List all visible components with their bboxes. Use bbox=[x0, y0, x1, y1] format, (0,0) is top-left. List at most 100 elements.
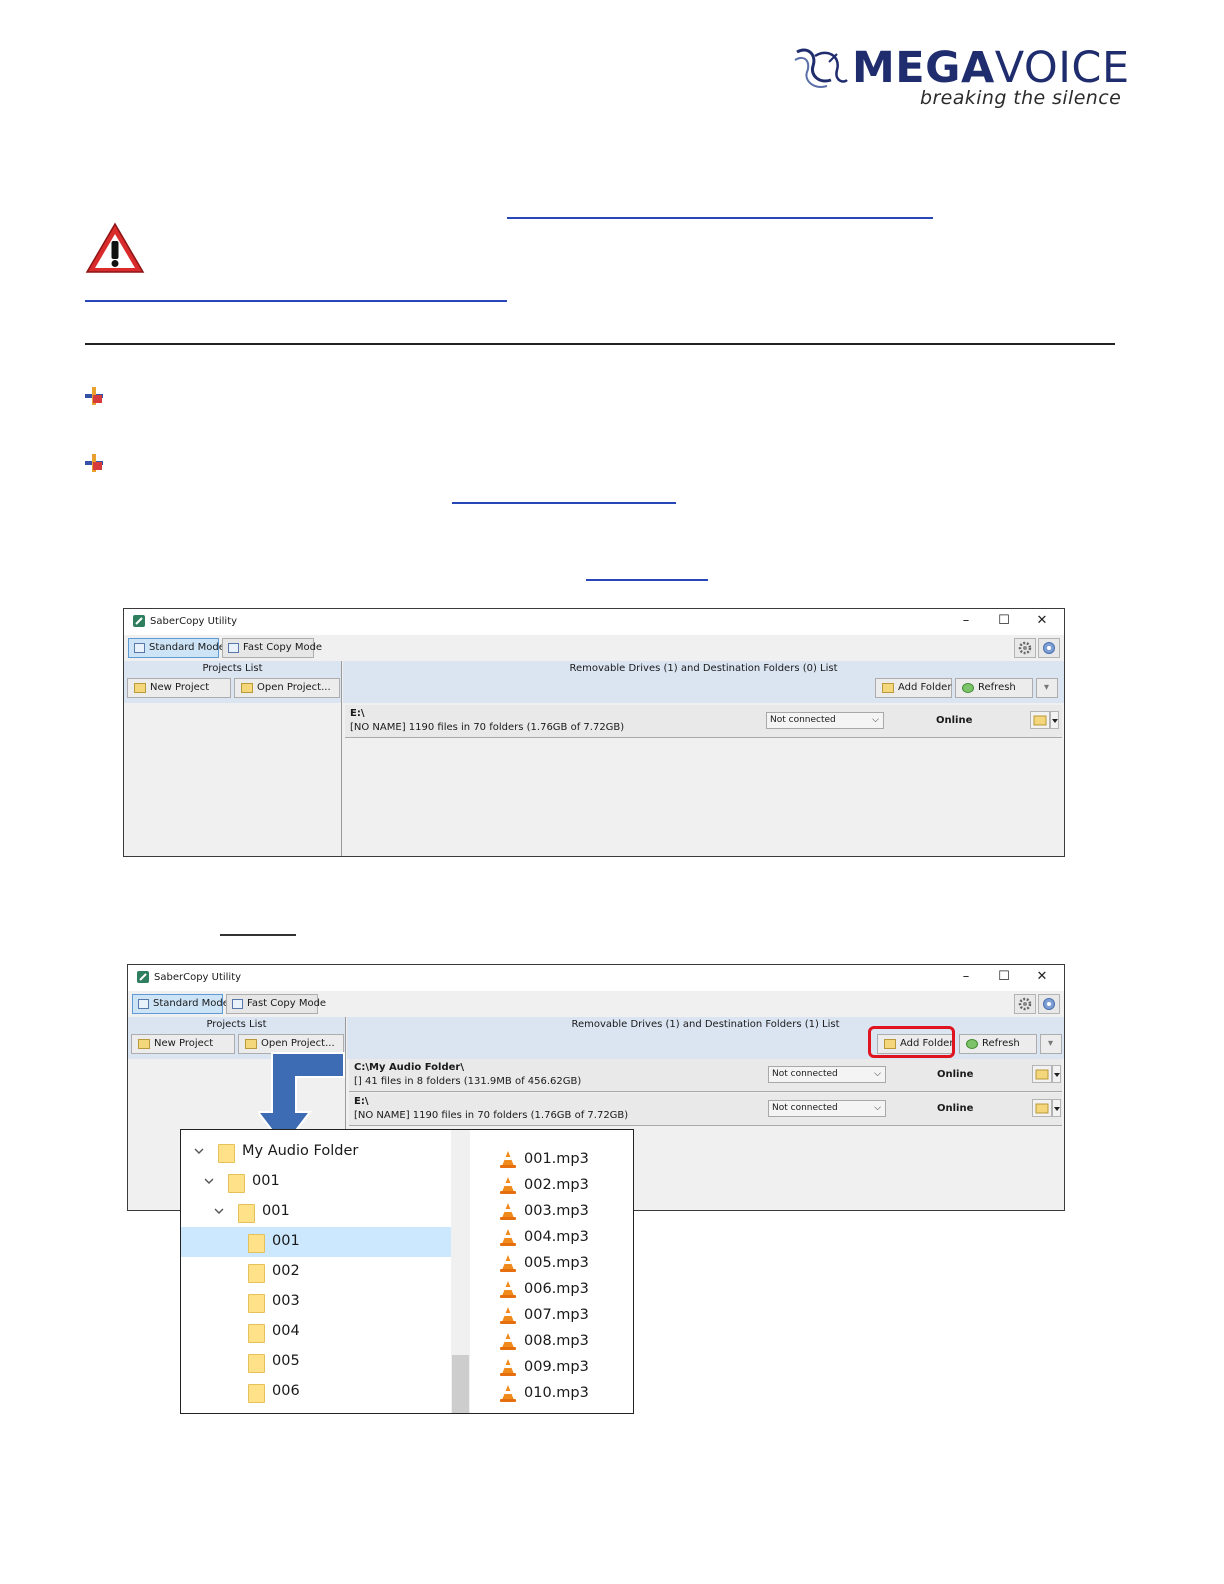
vlc-cone-icon bbox=[500, 1203, 516, 1220]
settings-button[interactable] bbox=[1014, 994, 1036, 1014]
tree-item[interactable]: 003 bbox=[181, 1287, 451, 1317]
list-icon bbox=[134, 643, 145, 653]
standard-mode-button[interactable]: Standard Mode bbox=[132, 994, 229, 1014]
refresh-button[interactable]: Refresh bbox=[959, 1034, 1037, 1054]
refresh-button[interactable]: Refresh bbox=[955, 678, 1033, 698]
tree-item[interactable]: 002 bbox=[181, 1257, 451, 1287]
tree-item[interactable]: 001 bbox=[181, 1197, 451, 1227]
bullet-icon bbox=[85, 387, 103, 405]
section-divider bbox=[85, 343, 1115, 345]
new-project-button[interactable]: New Project bbox=[127, 678, 231, 698]
refresh-label: Refresh bbox=[978, 682, 1016, 693]
tree-item[interactable]: 006 bbox=[181, 1377, 451, 1407]
standard-mode-button[interactable]: Standard Mode bbox=[128, 638, 225, 658]
scrollbar[interactable] bbox=[451, 1130, 470, 1413]
link-underline[interactable] bbox=[452, 502, 676, 504]
projects-list-title: Projects List bbox=[206, 1019, 267, 1030]
megavoice-logo-icon bbox=[794, 48, 848, 88]
chevron-down-icon[interactable] bbox=[194, 1146, 204, 1156]
settings-button[interactable] bbox=[1014, 638, 1036, 658]
tree-item[interactable]: 004 bbox=[181, 1317, 451, 1347]
drive-status: Online bbox=[936, 715, 973, 726]
file-name: 002.mp3 bbox=[524, 1177, 589, 1193]
drive-action-button[interactable] bbox=[1032, 1065, 1052, 1083]
drives-header: Removable Drives (1) and Destination Fol… bbox=[343, 661, 1064, 703]
drives-pane: Removable Drives (1) and Destination Fol… bbox=[343, 661, 1064, 856]
refresh-icon bbox=[962, 683, 974, 693]
new-project-label: New Project bbox=[154, 1038, 214, 1049]
warning-icon bbox=[85, 222, 145, 273]
file-name: 005.mp3 bbox=[524, 1255, 589, 1271]
folder-icon bbox=[248, 1324, 265, 1343]
connection-select[interactable]: Not connected ⌵ bbox=[768, 1100, 886, 1117]
explorer-panel: My Audio Folder 001 001 001 002 003 004 … bbox=[180, 1129, 634, 1414]
new-project-button[interactable]: New Project bbox=[131, 1034, 235, 1054]
folder-icon bbox=[1035, 1069, 1049, 1080]
link-underline[interactable] bbox=[586, 579, 708, 581]
file-name: 008.mp3 bbox=[524, 1333, 589, 1349]
tree-item-label: 001 bbox=[272, 1233, 300, 1249]
projects-pane: Projects List New Project Open Project..… bbox=[124, 661, 342, 856]
vlc-cone-icon bbox=[500, 1333, 516, 1350]
minimize-button[interactable]: – bbox=[952, 968, 980, 986]
add-folder-icon bbox=[882, 683, 894, 693]
fast-copy-icon bbox=[232, 999, 243, 1009]
chevron-down-icon[interactable] bbox=[204, 1176, 214, 1186]
tree-item-label: 005 bbox=[272, 1353, 300, 1369]
logo-brand-regular: VOICE bbox=[994, 43, 1130, 93]
scrollbar-thumb[interactable] bbox=[452, 1355, 469, 1413]
maximize-button[interactable]: ☐ bbox=[990, 968, 1018, 986]
tree-item[interactable]: 005 bbox=[181, 1347, 451, 1377]
drive-row[interactable]: E:\ [NO NAME] 1190 files in 70 folders (… bbox=[345, 705, 1062, 738]
connection-select[interactable]: Not connected ⌵ bbox=[768, 1066, 886, 1083]
tree-item-label: 001 bbox=[262, 1203, 290, 1219]
help-button[interactable] bbox=[1038, 638, 1060, 658]
drive-status: Online bbox=[937, 1069, 974, 1080]
maximize-button[interactable]: ☐ bbox=[990, 612, 1018, 630]
drive-action-button[interactable] bbox=[1030, 711, 1050, 729]
close-button[interactable]: ✕ bbox=[1028, 612, 1056, 630]
drive-info: [] 41 files in 8 folders (131.9MB of 456… bbox=[354, 1076, 582, 1087]
logo-tagline: breaking the silence bbox=[920, 87, 1122, 109]
options-dropdown[interactable]: ▾ bbox=[1040, 1034, 1062, 1054]
minimize-button[interactable]: – bbox=[952, 612, 980, 630]
vlc-cone-icon bbox=[500, 1307, 516, 1324]
tree-item-label: 006 bbox=[272, 1383, 300, 1399]
refresh-label: Refresh bbox=[982, 1038, 1020, 1049]
tree-item-selected[interactable]: 001 bbox=[181, 1227, 451, 1257]
new-project-icon bbox=[138, 1039, 150, 1049]
chevron-down-icon: ⌵ bbox=[874, 1069, 881, 1079]
tree-item-label: 004 bbox=[272, 1323, 300, 1339]
drive-action-dropdown[interactable] bbox=[1052, 1099, 1061, 1117]
title-bar: SaberCopy Utility – ☐ ✕ bbox=[128, 965, 1064, 991]
fast-copy-mode-button[interactable]: Fast Copy Mode bbox=[226, 994, 326, 1014]
add-folder-button[interactable]: Add Folder bbox=[875, 678, 952, 698]
close-button[interactable]: ✕ bbox=[1028, 968, 1056, 986]
bullet-icon bbox=[85, 454, 103, 472]
tree-item-label: 003 bbox=[272, 1293, 300, 1309]
new-project-icon bbox=[134, 683, 146, 693]
drive-action-button[interactable] bbox=[1032, 1099, 1052, 1117]
link-underline[interactable] bbox=[85, 300, 507, 302]
title-bar: SaberCopy Utility – ☐ ✕ bbox=[124, 609, 1064, 635]
help-button[interactable] bbox=[1038, 994, 1060, 1014]
open-project-button[interactable]: Open Project... bbox=[234, 678, 340, 698]
drive-name: C:\My Audio Folder\ bbox=[354, 1062, 464, 1073]
chevron-down-icon[interactable] bbox=[214, 1206, 224, 1216]
link-underline[interactable] bbox=[507, 217, 933, 219]
tree-item[interactable]: My Audio Folder bbox=[181, 1137, 451, 1167]
drive-row[interactable]: C:\My Audio Folder\ [] 41 files in 8 fol… bbox=[349, 1059, 1062, 1092]
fast-copy-mode-button[interactable]: Fast Copy Mode bbox=[222, 638, 322, 658]
tree-item[interactable]: 001 bbox=[181, 1167, 451, 1197]
drive-row[interactable]: E:\ [NO NAME] 1190 files in 70 folders (… bbox=[349, 1093, 1062, 1126]
fast-copy-mode-label: Fast Copy Mode bbox=[243, 642, 323, 653]
options-dropdown[interactable]: ▾ bbox=[1036, 678, 1058, 698]
connection-value: Not connected bbox=[772, 1069, 838, 1079]
vlc-cone-icon bbox=[500, 1281, 516, 1298]
drive-action-dropdown[interactable] bbox=[1052, 1065, 1061, 1083]
connection-select[interactable]: Not connected ⌵ bbox=[766, 712, 884, 729]
open-folder-icon bbox=[241, 683, 253, 693]
gear-icon bbox=[1018, 997, 1032, 1011]
drive-action-dropdown[interactable] bbox=[1050, 711, 1059, 729]
drive-info: [NO NAME] 1190 files in 70 folders (1.76… bbox=[350, 722, 625, 733]
